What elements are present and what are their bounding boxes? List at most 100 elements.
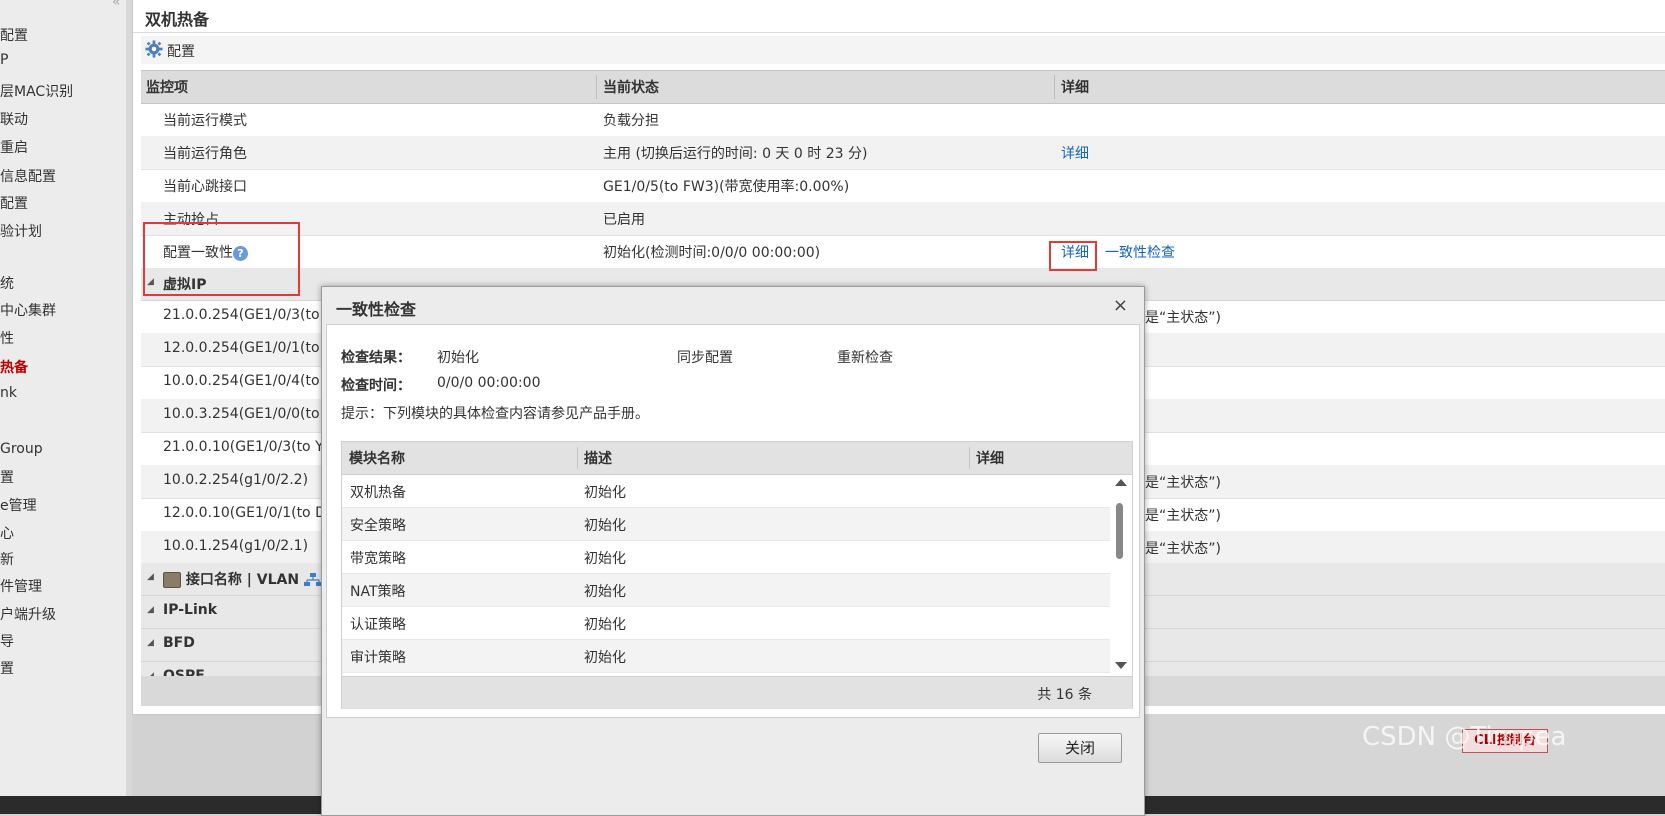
- module-desc: 初始化: [584, 584, 626, 600]
- collapse-triangle-icon[interactable]: ◢: [147, 572, 154, 582]
- sidebar-item[interactable]: 导: [0, 631, 14, 651]
- sidebar-item[interactable]: 信息配置: [0, 166, 56, 186]
- sidebar-item[interactable]: 层MAC识别: [0, 81, 73, 101]
- divider: [969, 447, 970, 469]
- section-title: 接口名称 | VLAN: [185, 572, 300, 588]
- scrollbar[interactable]: [1110, 475, 1130, 673]
- table-row[interactable]: NAT策略 初始化: [342, 574, 1110, 607]
- table-row[interactable]: 认证策略 初始化: [342, 607, 1110, 640]
- dialog-body: 检查结果： 初始化 同步配置 重新检查 检查时间： 0/0/0 00:00:00…: [326, 324, 1140, 718]
- sidebar-item[interactable]: 新: [0, 549, 14, 569]
- column-header: 模块名称: [349, 451, 405, 467]
- sidebar-item[interactable]: 置: [0, 658, 14, 678]
- sidebar-item[interactable]: 配置: [0, 193, 28, 213]
- collapse-triangle-icon[interactable]: ◢: [147, 277, 154, 287]
- recheck-link[interactable]: 重新检查: [837, 347, 893, 367]
- sidebar-item[interactable]: 联动: [0, 109, 28, 129]
- collapse-triangle-icon[interactable]: ◢: [147, 638, 154, 648]
- sidebar-item-active[interactable]: 热备: [0, 357, 28, 377]
- table-row: 主动抢占 已启用: [141, 202, 1665, 236]
- virtual-ip: 10.0.0.254(GE1/0/4(to YK: [163, 373, 342, 389]
- sidebar-item[interactable]: 户端升级: [0, 604, 56, 624]
- module-table: 模块名称 描述 详细 双机热备 初始化 安全策略 初始化 带宽策略 初始化 NA…: [341, 441, 1133, 709]
- sidebar: « 配置 P 层MAC识别 联动 重启 信息配置 配置 验计划 统 中心集群 性…: [0, 0, 127, 796]
- module-name: 安全策略: [350, 518, 406, 534]
- virtual-ip: 10.0.1.254(g1/0/2.1): [163, 538, 309, 554]
- table-row[interactable]: 双机热备 初始化: [342, 475, 1110, 508]
- total-count: 共 16 条: [1037, 687, 1092, 703]
- section-title-wrap: 接口名称 | VLAN: [163, 569, 322, 589]
- sync-config-link[interactable]: 同步配置: [677, 347, 733, 367]
- collapse-triangle-icon[interactable]: ◢: [147, 605, 154, 615]
- monitor-item: 主动抢占: [163, 212, 219, 228]
- monitor-status: GE1/0/5(to FW3)(带宽使用率:0.00%): [603, 179, 850, 195]
- sidebar-item[interactable]: 中心集群: [0, 300, 56, 320]
- detail-link[interactable]: 详细: [1061, 143, 1089, 163]
- virtual-ip: 10.0.2.254(g1/0/2.2): [163, 472, 309, 488]
- table-row[interactable]: 带宽策略 初始化: [342, 541, 1110, 574]
- column-header: 详细: [1061, 80, 1089, 96]
- section-title: IP-Link: [163, 602, 218, 618]
- interface-icon: [163, 572, 181, 588]
- sidebar-item[interactable]: 心: [0, 523, 14, 543]
- consistency-check-dialog: 一致性检查 × 检查结果： 初始化 同步配置 重新检查 检查时间： 0/0/0 …: [321, 286, 1145, 816]
- help-icon[interactable]: ?: [233, 245, 248, 261]
- module-name: 双机热备: [350, 485, 406, 501]
- sidebar-item[interactable]: 重启: [0, 137, 28, 157]
- detail-link[interactable]: 详细: [1061, 242, 1089, 262]
- virtual-ip: 21.0.0.254(GE1/0/3(to YD: [163, 307, 344, 323]
- column-header: 详细: [976, 451, 1004, 467]
- check-time-label: 检查时间：: [341, 378, 411, 394]
- sidebar-item[interactable]: 件管理: [0, 576, 42, 596]
- sidebar-item[interactable]: 验计划: [0, 221, 42, 241]
- table-footer: 共 16 条: [342, 676, 1132, 709]
- sidebar-item[interactable]: nk: [0, 385, 17, 401]
- table-row[interactable]: 安全策略 初始化: [342, 508, 1110, 541]
- module-name: 审计策略: [350, 650, 406, 666]
- sidebar-item[interactable]: 置: [0, 467, 14, 487]
- column-header: 监控项: [146, 80, 188, 96]
- check-result-label: 检查结果：: [341, 350, 411, 366]
- sidebar-item[interactable]: Group: [0, 441, 43, 457]
- table-row: 配置一致性? 初始化(检测时间:0/0/0 00:00:00) 详细 一致性检查: [141, 235, 1665, 269]
- sidebar-item[interactable]: 性: [0, 328, 14, 348]
- virtual-ip: 10.0.3.254(GE1/0/0(to dm: [163, 406, 347, 422]
- table-header: 模块名称 描述 详细: [342, 442, 1132, 475]
- hint-text: 提示：下列模块的具体检查内容请参见产品手册。: [341, 406, 649, 422]
- sidebar-item[interactable]: 统: [0, 273, 14, 293]
- sidebar-item[interactable]: P: [0, 52, 8, 68]
- monitor-status: 已启用: [603, 212, 645, 228]
- table-row: 当前运行模式 负载分担: [141, 103, 1665, 137]
- check-time-value: 0/0/0 00:00:00: [437, 375, 541, 391]
- monitor-item: 当前心跳接口: [163, 179, 247, 195]
- close-button[interactable]: 关闭: [1038, 733, 1122, 763]
- consistency-check-link[interactable]: 一致性检查: [1105, 242, 1175, 262]
- check-result-value: 初始化: [437, 350, 479, 366]
- virtual-ip: 21.0.0.10(GE1/0/3(to YD): [163, 439, 340, 455]
- config-toolbar: 配置: [141, 36, 1665, 64]
- sidebar-item[interactable]: 配置: [0, 25, 28, 45]
- scroll-thumb[interactable]: [1116, 503, 1123, 559]
- module-desc: 初始化: [584, 485, 626, 501]
- scroll-up-icon[interactable]: [1115, 479, 1127, 486]
- sidebar-item[interactable]: e管理: [0, 495, 37, 515]
- divider: [596, 75, 597, 99]
- sidebar-collapse-icon[interactable]: «: [112, 0, 121, 10]
- close-icon[interactable]: ×: [1113, 295, 1128, 316]
- watermark: CSDN @Timpea: [1362, 722, 1567, 752]
- monitor-status: 主用 (切换后运行的时间: 0 天 0 时 23 分): [603, 146, 868, 162]
- table-row[interactable]: 审计策略 初始化: [342, 640, 1110, 673]
- gear-icon[interactable]: [145, 40, 163, 58]
- config-button[interactable]: 配置: [167, 41, 195, 61]
- divider: [1054, 75, 1055, 99]
- module-name: 认证策略: [350, 617, 406, 633]
- table-header: 监控项 当前状态 详细: [141, 70, 1665, 104]
- column-header: 当前状态: [603, 80, 659, 96]
- scroll-down-icon[interactable]: [1115, 662, 1127, 669]
- module-desc: 初始化: [584, 518, 626, 534]
- monitor-status: 负载分担: [603, 113, 659, 129]
- vlan-network-icon: [303, 573, 322, 586]
- divider: [577, 447, 578, 469]
- section-title: BFD: [163, 635, 195, 651]
- section-title: 虚拟IP: [163, 277, 207, 293]
